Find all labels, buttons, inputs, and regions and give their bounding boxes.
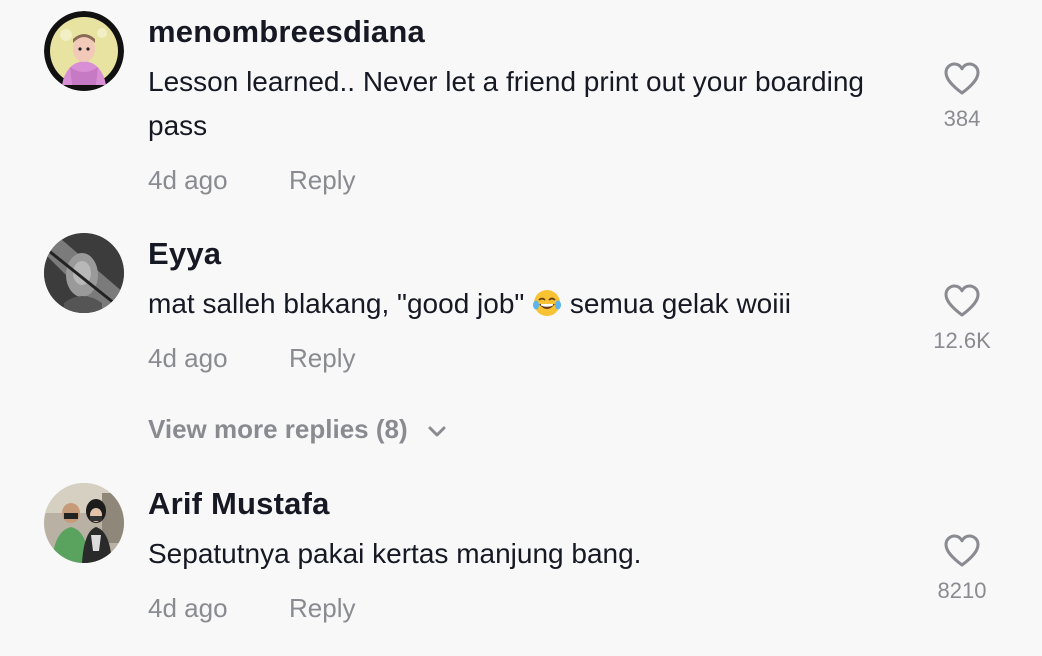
- reply-button[interactable]: Reply: [289, 343, 355, 374]
- comment-text-part: semua gelak woiii: [569, 288, 791, 319]
- heart-icon[interactable]: [944, 284, 980, 318]
- user-avatar[interactable]: [44, 11, 124, 91]
- user-avatar[interactable]: [44, 233, 124, 313]
- comment-text: Lesson learned.. Never let a friend prin…: [148, 66, 864, 141]
- comment-time: 4d ago: [148, 343, 228, 373]
- heart-icon[interactable]: [944, 534, 980, 568]
- reply-button[interactable]: Reply: [289, 593, 355, 624]
- comment-username[interactable]: Eyya: [148, 236, 221, 272]
- like-button[interactable]: 12.6K: [916, 284, 1008, 354]
- view-more-replies-label: View more replies (8): [148, 414, 408, 444]
- comment-text: mat salleh blakang, "good job" semua gel…: [148, 282, 908, 326]
- comment-time: 4d ago: [148, 593, 228, 623]
- tears-of-joy-emoji-icon: [533, 290, 562, 316]
- like-count: 12.6K: [933, 328, 991, 353]
- reply-button[interactable]: Reply: [289, 165, 355, 196]
- like-count: 384: [943, 106, 981, 131]
- chevron-down-icon: [428, 426, 446, 437]
- like-button[interactable]: 384: [916, 62, 1008, 132]
- comment-meta: 4d ago Reply: [148, 593, 355, 624]
- heart-icon[interactable]: [944, 62, 980, 96]
- like-button[interactable]: 8210: [916, 534, 1008, 604]
- comment-text: Sepatutnya pakai kertas manjung bang.: [148, 538, 642, 569]
- comments-panel: menombreesdiana Lesson learned.. Never l…: [0, 0, 1042, 656]
- user-avatar[interactable]: [44, 483, 124, 563]
- comment-username[interactable]: Arif Mustafa: [148, 486, 330, 522]
- like-count: 8210: [937, 578, 987, 603]
- comment-meta: 4d ago Reply: [148, 165, 355, 196]
- comment-time: 4d ago: [148, 165, 228, 195]
- comment-text-part: mat salleh blakang, "good job": [148, 288, 525, 319]
- view-more-replies-button[interactable]: View more replies (8): [148, 414, 447, 445]
- comment-meta: 4d ago Reply: [148, 343, 355, 374]
- comment-username[interactable]: menombreesdiana: [148, 14, 425, 50]
